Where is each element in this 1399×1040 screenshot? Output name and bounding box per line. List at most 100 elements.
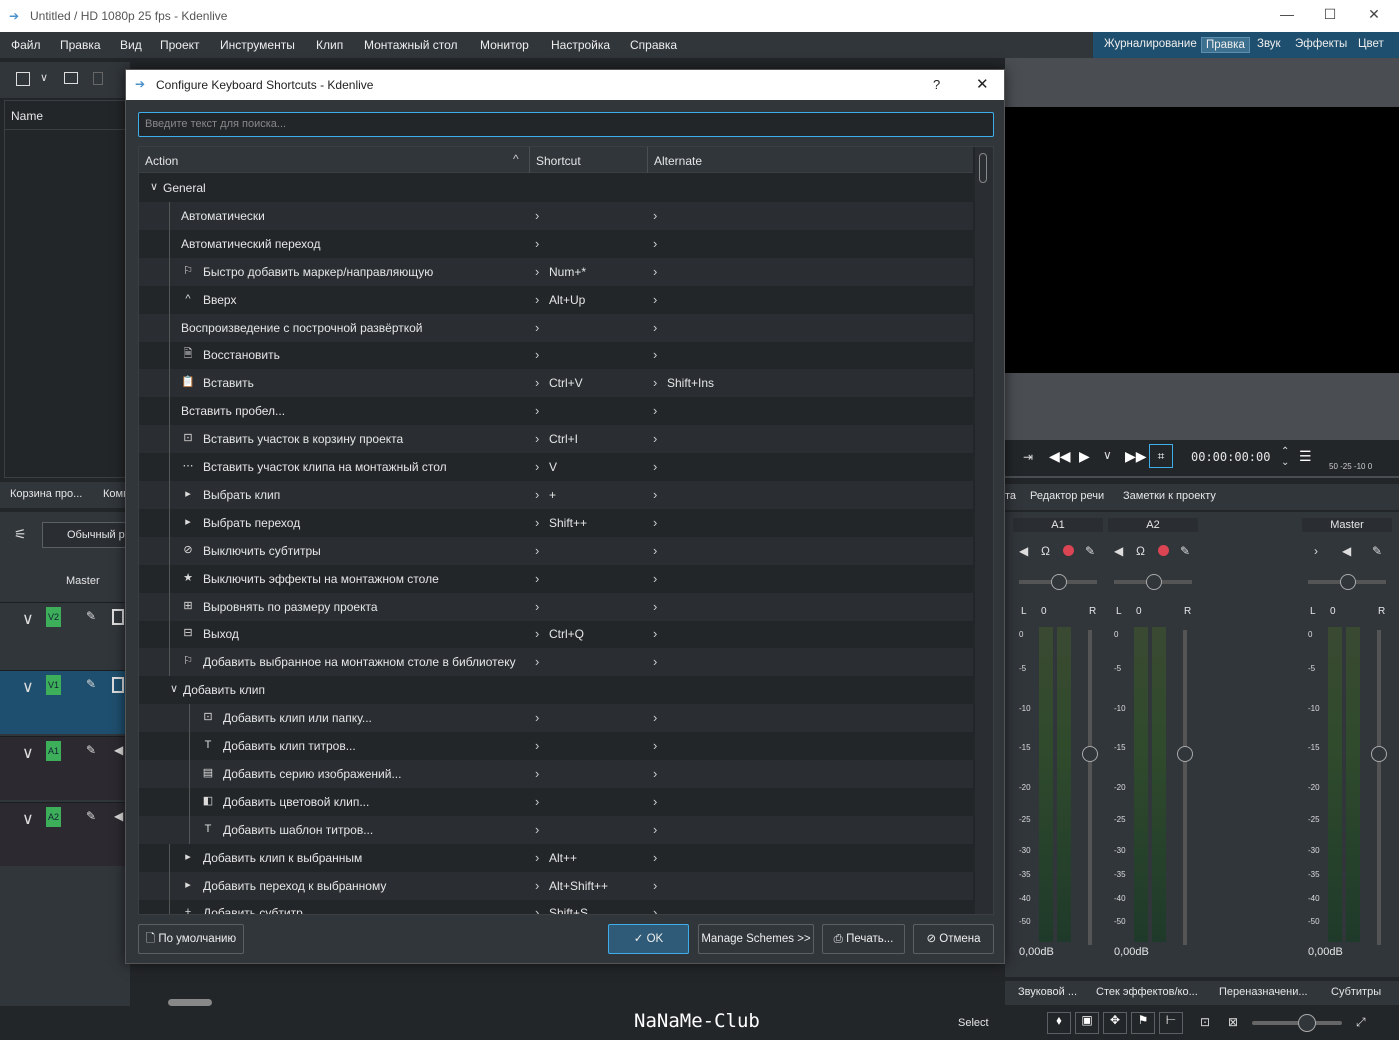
layout-logging[interactable]: Журналирование [1104, 38, 1197, 50]
layout-audio[interactable]: Звук [1257, 38, 1281, 50]
headphones-icon[interactable]: Ω [1136, 544, 1145, 558]
shortcut-row[interactable]: ⊘ Выключить субтитры › › [139, 536, 973, 565]
shortcut-row[interactable]: ▸ Выбрать переход › › Shift++ [139, 508, 973, 537]
shortcut-row[interactable]: ◧ Добавить цветовой клип... › › [139, 787, 973, 816]
menu-icon[interactable]: ☰ [1299, 448, 1312, 465]
shortcut-row[interactable]: ⊡ Вставить участок в корзину проекта › › Ctr… [139, 425, 973, 454]
crop-icon[interactable]: ⌗ [1149, 444, 1173, 468]
shortcut-row[interactable]: Воспроизведение с построчной развёрткой ›… [139, 313, 973, 342]
chevron-right-icon[interactable]: › [653, 431, 657, 446]
alternate-value[interactable]: Shift+Ins [667, 376, 714, 390]
chevron-right-icon[interactable]: › [653, 459, 657, 474]
shortcut-row[interactable]: + Добавить субтитр › › Shift+S [139, 899, 973, 914]
shortcut-row[interactable]: ∨ General [139, 174, 973, 202]
pan-value[interactable]: 0 [1136, 606, 1142, 617]
flag-icon[interactable]: ⚑ [1131, 1012, 1155, 1034]
effect-wand-icon[interactable]: ✎ [86, 809, 96, 823]
timecode-spin-icon[interactable]: ⌃ ⌄ [1281, 446, 1289, 468]
chevron-right-icon[interactable]: › [535, 766, 539, 781]
chevron-down-icon[interactable]: ∨ [40, 71, 48, 84]
zoom-slider[interactable] [1252, 1021, 1342, 1025]
tab-speech-editor[interactable]: Редактор речи [1030, 490, 1104, 502]
chevron-right-icon[interactable]: › [653, 375, 657, 390]
tab-project-notes[interactable]: Заметки к проекту [1123, 490, 1216, 502]
volume-handle[interactable] [1371, 746, 1387, 762]
chevron-right-icon[interactable]: › [535, 264, 539, 279]
timeline-scrollbar[interactable] [168, 999, 212, 1006]
zoom-handle[interactable] [1298, 1014, 1316, 1032]
shortcut-row[interactable]: ★ Выключить эффекты на монтажном столе › › [139, 564, 973, 593]
chevron-right-icon[interactable]: › [535, 403, 539, 418]
effect-wand-icon[interactable]: ✎ [86, 609, 96, 623]
tab-remapping[interactable]: Переназначени... [1219, 986, 1308, 998]
shortcut-value[interactable]: Shift++ [549, 516, 587, 530]
chevron-right-icon[interactable]: › [653, 571, 657, 586]
mute-icon[interactable]: ◀ [1342, 544, 1351, 558]
record-icon[interactable] [1063, 545, 1074, 556]
shortcut-value[interactable]: Ctrl+Q [549, 627, 584, 641]
speaker-icon[interactable]: ◀ [114, 809, 123, 823]
cancel-button[interactable]: ⊘ Отмена [913, 924, 994, 954]
chevron-right-icon[interactable]: › [653, 236, 657, 251]
chevron-right-icon[interactable]: › [653, 543, 657, 558]
collapse-icon[interactable]: ∨ [22, 809, 34, 829]
volume-slider-track[interactable] [1183, 630, 1187, 945]
effect-wand-icon[interactable]: ✎ [86, 743, 96, 757]
chevron-right-icon[interactable]: › [653, 710, 657, 725]
chevron-right-icon[interactable]: › [535, 710, 539, 725]
tab-project-bin[interactable]: Корзина про... [10, 488, 82, 500]
layout-color[interactable]: Цвет [1358, 38, 1384, 50]
shortcut-value[interactable]: Shift+S [549, 906, 588, 914]
manage-schemes-button[interactable]: Manage Schemes >> [698, 924, 814, 954]
collapse-icon[interactable]: ∨ [22, 743, 34, 763]
chevron-right-icon[interactable]: › [653, 878, 657, 893]
chevron-right-icon[interactable]: › [535, 571, 539, 586]
chevron-right-icon[interactable]: › [535, 292, 539, 307]
shortcut-value[interactable]: V [549, 460, 557, 474]
track-a2[interactable]: ∨ A2 ✎ ◀ [0, 802, 130, 866]
record-icon[interactable] [1158, 545, 1169, 556]
chevron-right-icon[interactable]: › [535, 347, 539, 362]
folder-icon[interactable] [64, 72, 78, 84]
shortcut-row[interactable]: 📋 Вставить › › Ctrl+V Shift+Ins [139, 369, 973, 398]
chevron-right-icon[interactable]: › [535, 626, 539, 641]
track-a1[interactable]: ∨ A1 ✎ ◀ [0, 736, 130, 800]
chevron-right-icon[interactable]: › [653, 626, 657, 641]
shortcut-row[interactable]: ⊞ Выровнять по размеру проекта › › [139, 592, 973, 621]
shortcut-row[interactable]: Автоматический переход › › [139, 229, 973, 258]
tab-effect-stack[interactable]: Стек эффектов/ко... [1096, 986, 1198, 998]
timecode[interactable]: 00:00:00:00 [1191, 450, 1270, 464]
effect-wand-icon[interactable]: ✎ [86, 677, 96, 691]
chevron-right-icon[interactable]: › [653, 850, 657, 865]
shortcut-row[interactable]: ▸ Добавить клип к выбранным › › Alt++ [139, 843, 973, 872]
shortcut-value[interactable]: Num+* [549, 265, 586, 279]
shortcut-row[interactable]: ∨ Добавить клип [139, 676, 973, 704]
pan-value[interactable]: 0 [1041, 606, 1047, 617]
go-to-end-icon[interactable]: ⇥ [1023, 450, 1033, 464]
chevron-right-icon[interactable]: › [1314, 544, 1318, 558]
add-clip-icon[interactable] [16, 72, 30, 86]
chevron-right-icon[interactable]: › [653, 766, 657, 781]
volume-db[interactable]: 0,00dB [1308, 946, 1343, 958]
chevron-right-icon[interactable]: › [535, 515, 539, 530]
chevron-right-icon[interactable]: › [653, 487, 657, 502]
chevron-right-icon[interactable]: › [535, 822, 539, 837]
trash-icon[interactable] [93, 72, 103, 85]
pan-handle[interactable] [1340, 574, 1356, 590]
film-icon[interactable] [112, 609, 124, 625]
menu-file[interactable]: Файл [11, 38, 41, 52]
shortcut-row[interactable]: ⚐ Быстро добавить маркер/направляющую › › Nu… [139, 257, 973, 286]
menu-clip[interactable]: Клип [316, 38, 343, 52]
volume-db[interactable]: 0,00dB [1019, 946, 1054, 958]
print-button[interactable]: ⎙ Печать... [822, 924, 905, 954]
menu-settings[interactable]: Настройка [551, 38, 610, 52]
chevron-right-icon[interactable]: › [535, 208, 539, 223]
mixer-settings-icon[interactable]: ⚟ [14, 526, 27, 543]
chevron-right-icon[interactable]: › [653, 794, 657, 809]
shortcut-row[interactable]: ⋯ Вставить участок клипа на монтажный сто… [139, 453, 973, 481]
chevron-right-icon[interactable]: › [535, 543, 539, 558]
menu-tools[interactable]: Инструменты [220, 38, 295, 52]
chevron-right-icon[interactable]: › [535, 599, 539, 614]
chevron-right-icon[interactable]: › [653, 654, 657, 669]
shortcut-row[interactable]: ⚐ Добавить выбранное на монтажном столе в… [139, 648, 973, 677]
